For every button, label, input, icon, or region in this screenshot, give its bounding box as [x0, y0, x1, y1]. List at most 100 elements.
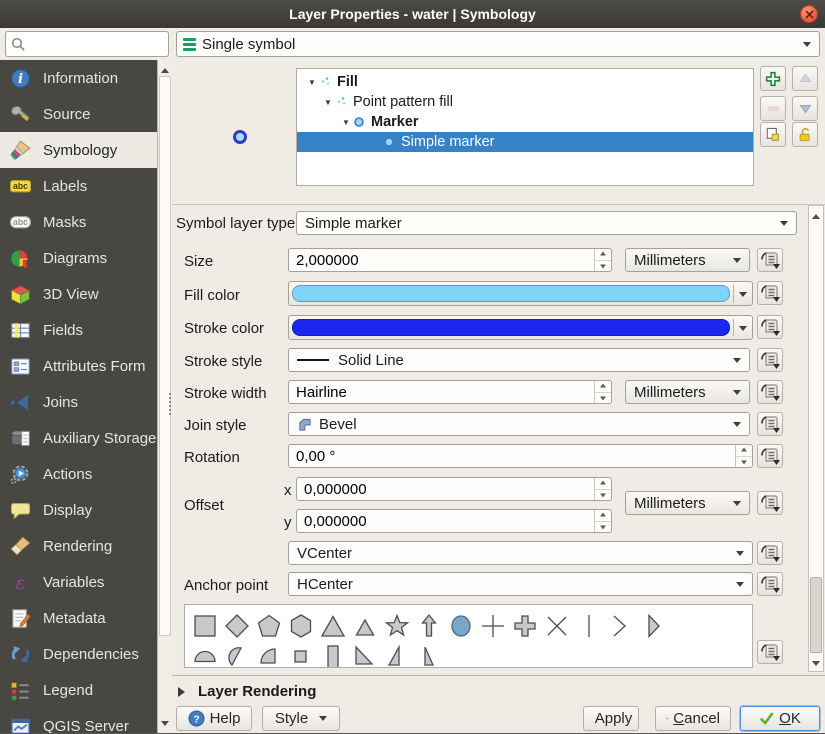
expander-icon[interactable]: ▼	[339, 118, 353, 127]
offset-y-spinbox[interactable]	[296, 509, 612, 533]
rotation-input[interactable]	[289, 445, 752, 467]
move-down-button[interactable]	[792, 96, 818, 121]
sidebar-item-symbology[interactable]: Symbology	[0, 132, 157, 168]
offset-x-spinbox[interactable]	[296, 477, 612, 501]
symbol-layer-type-select[interactable]: Simple marker	[296, 211, 797, 235]
shape-diagonal-half-square[interactable]	[349, 641, 381, 667]
shape-pentagon[interactable]	[253, 610, 285, 641]
help-button[interactable]: ? Help	[176, 706, 252, 731]
sidebar-item-metadata[interactable]: Metadata	[0, 600, 157, 636]
shape-line[interactable]	[573, 610, 605, 641]
move-up-button[interactable]	[792, 66, 818, 91]
scroll-down-icon[interactable]	[161, 721, 169, 730]
data-defined-override-button[interactable]	[757, 640, 783, 664]
spin-down-icon[interactable]	[736, 457, 752, 468]
spinner-buttons[interactable]	[594, 510, 611, 532]
spin-down-icon[interactable]	[595, 261, 611, 272]
shape-arrow[interactable]	[413, 610, 445, 641]
fill-color-button[interactable]	[288, 281, 753, 306]
anchor-vertical-select[interactable]: VCenter	[288, 541, 753, 565]
spinner-buttons[interactable]	[594, 478, 611, 500]
data-defined-override-button[interactable]	[757, 281, 783, 305]
sidebar-item-source[interactable]: Source	[0, 96, 157, 132]
search-input[interactable]	[30, 33, 164, 55]
sidebar-item-labels[interactable]: abc Labels	[0, 168, 157, 204]
tree-row-simple-marker[interactable]: Simple marker	[297, 132, 753, 152]
add-symbol-layer-button[interactable]	[760, 66, 786, 91]
shape-right-half-triangle[interactable]	[381, 641, 413, 667]
data-defined-override-button[interactable]	[757, 444, 783, 468]
scroll-up-icon[interactable]	[161, 64, 169, 73]
spin-down-icon[interactable]	[595, 522, 611, 533]
shape-quarter-square[interactable]	[285, 641, 317, 667]
sidebar-scrollbar-thumb[interactable]	[159, 76, 171, 636]
size-unit-select[interactable]: Millimeters	[625, 248, 750, 272]
spin-up-icon[interactable]	[595, 510, 611, 522]
sidebar-item-rendering[interactable]: Rendering	[0, 528, 157, 564]
spin-up-icon[interactable]	[595, 381, 611, 393]
spin-down-icon[interactable]	[595, 490, 611, 501]
shape-half-square[interactable]	[317, 641, 349, 667]
offset-y-input[interactable]	[297, 510, 611, 532]
data-defined-override-button[interactable]	[757, 248, 783, 272]
size-input[interactable]	[289, 249, 611, 271]
spin-up-icon[interactable]	[595, 249, 611, 261]
shape-cross-fill[interactable]	[509, 610, 541, 641]
shape-star[interactable]	[381, 610, 413, 641]
data-defined-override-button[interactable]	[757, 572, 783, 596]
spinner-buttons[interactable]	[735, 445, 752, 467]
form-scrollbar-thumb[interactable]	[810, 577, 822, 653]
size-spinbox[interactable]	[288, 248, 612, 272]
sidebar-item-joins[interactable]: Joins	[0, 384, 157, 420]
close-button[interactable]	[800, 5, 818, 23]
shape-arrowhead[interactable]	[605, 610, 637, 641]
apply-button[interactable]: Apply	[583, 706, 639, 731]
splitter-handle[interactable]	[169, 393, 171, 415]
spin-down-icon[interactable]	[595, 393, 611, 404]
sidebar-item-variables[interactable]: ε Variables	[0, 564, 157, 600]
sidebar-item-masks[interactable]: abc Masks	[0, 204, 157, 240]
tree-row-point-pattern-fill[interactable]: ▼ Point pattern fill	[297, 92, 753, 112]
shape-semi-circle[interactable]	[189, 641, 221, 667]
sidebar-item-fields[interactable]: Fields	[0, 312, 157, 348]
spinner-buttons[interactable]	[594, 249, 611, 271]
scroll-down-icon[interactable]	[812, 661, 820, 670]
stroke-width-spinbox[interactable]	[288, 380, 612, 404]
stroke-width-unit-select[interactable]: Millimeters	[625, 380, 750, 404]
sidebar-item-actions[interactable]: Actions	[0, 456, 157, 492]
shape-hexagon[interactable]	[285, 610, 317, 641]
data-defined-override-button[interactable]	[757, 541, 783, 565]
data-defined-override-button[interactable]	[757, 380, 783, 404]
spin-up-icon[interactable]	[736, 445, 752, 457]
shape-quarter-circle[interactable]	[253, 641, 285, 667]
shape-left-half-triangle[interactable]	[413, 641, 445, 667]
sidebar-item-information[interactable]: i Information	[0, 60, 157, 96]
shape-circle[interactable]	[445, 610, 477, 641]
rotation-spinbox[interactable]	[288, 444, 753, 468]
data-defined-override-button[interactable]	[757, 491, 783, 515]
shape-equilateral-triangle[interactable]	[349, 610, 381, 641]
shape-square[interactable]	[189, 610, 221, 641]
cancel-button[interactable]: Cancel	[655, 706, 731, 731]
tree-row-fill[interactable]: ▼ Fill	[297, 72, 753, 92]
expander-collapsed-icon[interactable]	[178, 686, 190, 697]
duplicate-symbol-layer-button[interactable]	[760, 122, 786, 147]
offset-x-input[interactable]	[297, 478, 611, 500]
data-defined-override-button[interactable]	[757, 348, 783, 372]
lock-colors-button[interactable]	[792, 122, 818, 147]
remove-symbol-layer-button[interactable]	[760, 96, 786, 121]
sidebar-item-legend[interactable]: Legend	[0, 672, 157, 708]
shape-cross[interactable]	[477, 610, 509, 641]
renderer-select[interactable]: Single symbol	[176, 31, 820, 57]
shape-cross-x[interactable]	[541, 610, 573, 641]
ok-button[interactable]: OK	[740, 706, 820, 731]
shape-triangle[interactable]	[317, 610, 349, 641]
offset-unit-select[interactable]: Millimeters	[625, 491, 750, 515]
stroke-style-select[interactable]: Solid Line	[288, 348, 750, 372]
sidebar-item-dependencies[interactable]: Dependencies	[0, 636, 157, 672]
shape-diamond[interactable]	[221, 610, 253, 641]
expander-icon[interactable]: ▼	[321, 98, 335, 107]
sidebar-item-display[interactable]: Display	[0, 492, 157, 528]
expander-icon[interactable]: ▼	[305, 78, 319, 87]
shape-third-circle[interactable]	[221, 641, 253, 667]
